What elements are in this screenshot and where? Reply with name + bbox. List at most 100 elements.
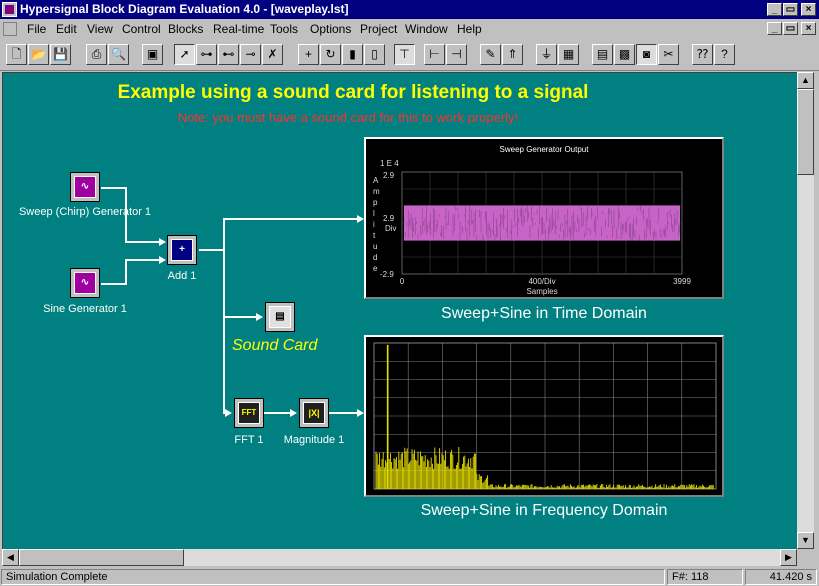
frequency-domain-caption: Sweep+Sine in Frequency Domain bbox=[420, 502, 668, 519]
status-bar: Simulation Complete F#: 118 41.420 s bbox=[0, 568, 819, 586]
y-axis-label-letter: p bbox=[373, 198, 378, 207]
menu-window[interactable]: Window bbox=[405, 22, 448, 36]
time-plot-exponent: 1 E 4 bbox=[380, 159, 399, 168]
align-left-icon[interactable]: ⊢ bbox=[424, 44, 445, 65]
vertical-scrollbar[interactable]: ▲ ▼ bbox=[797, 72, 814, 549]
channel-b-icon[interactable]: ▦ bbox=[558, 44, 579, 65]
print-icon[interactable]: ⎙ bbox=[86, 44, 107, 65]
grid-icon[interactable]: ▩ bbox=[614, 44, 635, 65]
menu-bar: File Edit View Control Blocks Real-time … bbox=[0, 19, 819, 39]
minimize-button[interactable]: _ bbox=[767, 3, 782, 16]
wire bbox=[264, 412, 290, 414]
y-div-label: Div bbox=[385, 224, 397, 233]
add-junction-icon[interactable]: + bbox=[298, 44, 319, 65]
wire-arrow bbox=[159, 256, 166, 264]
open-icon[interactable]: 📂 bbox=[28, 44, 49, 65]
menu-options[interactable]: Options bbox=[310, 22, 351, 36]
canvas-title: Example using a sound card for listening… bbox=[117, 82, 589, 103]
view-a-icon[interactable]: ▤ bbox=[592, 44, 613, 65]
channel-a-icon[interactable]: ⏚ bbox=[536, 44, 557, 65]
vertical-scroll-thumb[interactable] bbox=[797, 89, 814, 175]
x-tick-end: 3999 bbox=[673, 277, 691, 286]
frequency-domain-plot[interactable] bbox=[364, 335, 724, 497]
add-block[interactable]: + bbox=[167, 235, 197, 265]
save-icon[interactable]: 💾 bbox=[50, 44, 71, 65]
menu-realtime[interactable]: Real-time bbox=[213, 22, 264, 36]
align-top-icon[interactable]: ⊤ bbox=[394, 44, 415, 65]
print-preview-icon[interactable]: 🔍 bbox=[108, 44, 129, 65]
y-axis-label-letter: i bbox=[373, 220, 375, 229]
doc-close-button[interactable]: × bbox=[801, 22, 816, 35]
menu-file[interactable]: File bbox=[27, 22, 46, 36]
wire-arrow bbox=[159, 238, 166, 246]
rotate-icon[interactable]: ↻ bbox=[320, 44, 341, 65]
close-button[interactable]: × bbox=[801, 3, 816, 16]
x-tick-start: 0 bbox=[400, 277, 405, 286]
menu-edit[interactable]: Edit bbox=[56, 22, 77, 36]
horizontal-scroll-thumb[interactable] bbox=[19, 549, 184, 566]
sound-card-block[interactable]: ▤ bbox=[265, 302, 295, 332]
delete-connection-icon[interactable]: ✗ bbox=[262, 44, 283, 65]
menu-view[interactable]: View bbox=[87, 22, 113, 36]
menu-tools[interactable]: Tools bbox=[270, 22, 298, 36]
sweep-generator-block[interactable]: ∿ bbox=[70, 172, 100, 202]
menu-control[interactable]: Control bbox=[122, 22, 161, 36]
menu-project[interactable]: Project bbox=[360, 22, 397, 36]
menu-blocks[interactable]: Blocks bbox=[168, 22, 203, 36]
wire-arrow bbox=[357, 215, 364, 223]
status-text: Simulation Complete bbox=[1, 569, 665, 585]
time-domain-plot[interactable]: Sweep Generator Output 1 E 4 Amplitude 2… bbox=[364, 137, 724, 299]
connect-2-icon[interactable]: ⊷ bbox=[218, 44, 239, 65]
view-b-icon[interactable]: ◙ bbox=[636, 44, 657, 65]
magnitude-block[interactable]: |X| bbox=[299, 398, 329, 428]
connect-1-icon[interactable]: ⊶ bbox=[196, 44, 217, 65]
scroll-left-icon[interactable]: ◀ bbox=[2, 549, 19, 566]
window-title: Hypersignal Block Diagram Evaluation 4.0… bbox=[20, 2, 349, 16]
y-axis-label-letter: m bbox=[373, 187, 380, 196]
help-icon[interactable]: ? bbox=[714, 44, 735, 65]
window-icon[interactable]: ▣ bbox=[142, 44, 163, 65]
fft-block[interactable]: FFT bbox=[234, 398, 264, 428]
x-tick-div: 400/Div bbox=[528, 277, 555, 286]
wire-arrow bbox=[357, 409, 364, 417]
sine-icon: ∿ bbox=[74, 272, 96, 294]
magnitude-icon: |X| bbox=[303, 402, 325, 424]
scroll-down-icon[interactable]: ▼ bbox=[797, 532, 814, 549]
context-help-icon[interactable]: ⁇ bbox=[692, 44, 713, 65]
app-icon[interactable] bbox=[2, 2, 17, 17]
y-tick-bottom: -2.9 bbox=[380, 270, 394, 279]
view-c-icon[interactable]: ✂ bbox=[658, 44, 679, 65]
scroll-corner bbox=[797, 549, 814, 566]
add-label: Add 1 bbox=[167, 270, 197, 282]
up-arrow-icon[interactable]: ⇑ bbox=[502, 44, 523, 65]
new-icon[interactable]: 🗋 bbox=[6, 44, 27, 65]
menu-help[interactable]: Help bbox=[457, 22, 482, 36]
align-right-icon[interactable]: ⊣ bbox=[446, 44, 467, 65]
block-a-icon[interactable]: ▮ bbox=[342, 44, 363, 65]
wire bbox=[199, 249, 223, 251]
wire bbox=[125, 259, 160, 261]
pencil-icon[interactable]: ✎ bbox=[480, 44, 501, 65]
canvas-note: Note: you must have a sound card for thi… bbox=[177, 110, 519, 125]
connect-3-icon[interactable]: ⊸ bbox=[240, 44, 261, 65]
scroll-right-icon[interactable]: ▶ bbox=[780, 549, 797, 566]
wire bbox=[101, 283, 125, 285]
doc-minimize-button[interactable]: _ bbox=[767, 22, 782, 35]
maximize-button[interactable]: ▭ bbox=[783, 3, 798, 16]
horizontal-scrollbar[interactable]: ◀ ▶ bbox=[2, 549, 797, 566]
sine-generator-label: Sine Generator 1 bbox=[43, 303, 127, 315]
wire bbox=[223, 316, 257, 318]
doc-restore-button[interactable]: ▭ bbox=[783, 22, 798, 35]
y-tick-top: 2.9 bbox=[383, 171, 395, 180]
frequency-domain-chart bbox=[373, 342, 717, 490]
diagram-canvas[interactable]: Example using a sound card for listening… bbox=[2, 72, 797, 549]
y-tick-mid: 2.9 bbox=[383, 214, 395, 223]
sine-generator-block[interactable]: ∿ bbox=[70, 268, 100, 298]
y-axis-label-letter: u bbox=[373, 242, 377, 251]
document-icon[interactable] bbox=[3, 22, 17, 36]
pointer-icon[interactable]: ➚ bbox=[174, 44, 195, 65]
x-axis-label: Samples bbox=[526, 287, 557, 296]
block-b-icon[interactable]: ▯ bbox=[364, 44, 385, 65]
y-axis-label-letter: l bbox=[373, 209, 375, 218]
scroll-up-icon[interactable]: ▲ bbox=[797, 72, 814, 89]
